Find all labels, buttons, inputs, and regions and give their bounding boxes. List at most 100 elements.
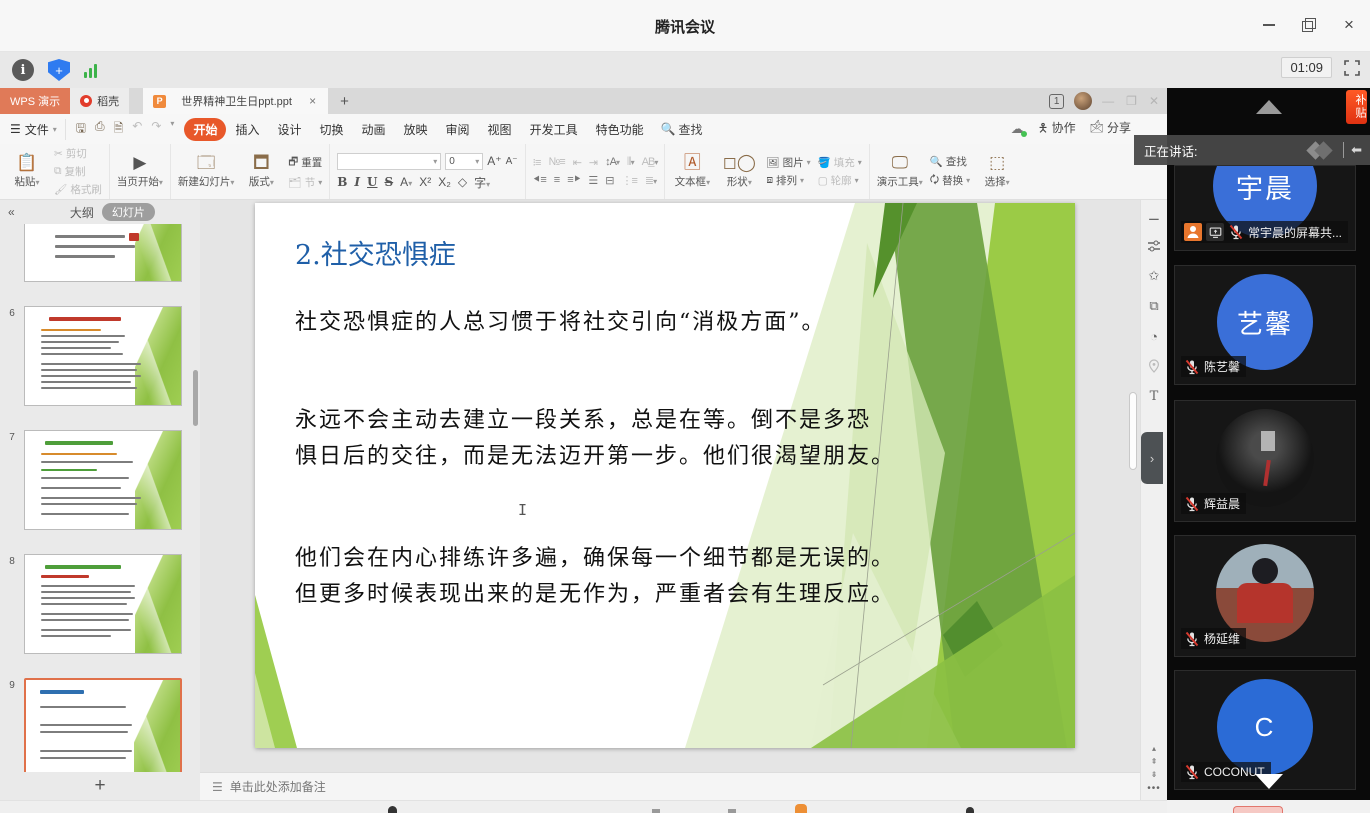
menu-transition[interactable]: 切换 bbox=[310, 118, 352, 141]
participant-tile[interactable]: 宇晨 常宇晨的屏幕共... bbox=[1174, 165, 1356, 251]
minimize-button[interactable] bbox=[1258, 14, 1280, 36]
start-from-page-button[interactable]: ▶ 当页开始▾ bbox=[117, 154, 163, 189]
expand-panel-tab[interactable]: › bbox=[1141, 432, 1163, 484]
menu-animation[interactable]: 动画 bbox=[353, 118, 395, 141]
panel-scrollbar[interactable] bbox=[193, 370, 198, 426]
subscript-button[interactable]: X₂ bbox=[438, 175, 451, 189]
slide-layout-icon[interactable]: ⧉ bbox=[1146, 298, 1162, 314]
paste-button[interactable]: 📋 粘贴▾ bbox=[7, 154, 47, 189]
format-painter-button[interactable]: 🖌格式刷 bbox=[54, 182, 102, 197]
increase-font-icon[interactable]: A⁺ bbox=[487, 154, 501, 168]
next-slide-button[interactable]: ⇟ bbox=[1151, 770, 1158, 779]
line-spacing-button[interactable]: ↕A▾ bbox=[605, 156, 619, 169]
participant-tile[interactable]: 辉益晨 bbox=[1174, 400, 1356, 522]
close-button[interactable]: × bbox=[1338, 14, 1360, 36]
quickbar-more-icon[interactable]: ▾ bbox=[170, 119, 174, 140]
decrease-font-icon[interactable]: A⁻ bbox=[506, 156, 518, 167]
network-signal-icon[interactable] bbox=[84, 62, 97, 78]
list-levels-button[interactable]: ⋮≡ bbox=[622, 174, 637, 187]
collaborate-button[interactable]: 🯅 协作 bbox=[1038, 119, 1076, 140]
section-button[interactable]: 🗂节▾ bbox=[288, 175, 322, 190]
present-tools-button[interactable]: 🖵 演示工具▾ bbox=[877, 154, 923, 189]
font-size-combo[interactable]: 0▾ bbox=[445, 153, 483, 170]
new-slide-button[interactable]: 🗔 新建幻灯片▾ bbox=[178, 154, 235, 189]
wps-account-avatar[interactable] bbox=[1074, 92, 1092, 110]
underline-button[interactable]: U bbox=[367, 175, 377, 189]
share-button[interactable]: 🖄 分享 bbox=[1090, 119, 1131, 140]
tab-close-icon[interactable]: × bbox=[307, 94, 318, 108]
notes-bar[interactable]: ☰ 单击此处添加备注 bbox=[200, 772, 1140, 800]
tab-slides[interactable]: 幻灯片 bbox=[102, 203, 155, 221]
thumbnail-slide-6[interactable]: 6 bbox=[0, 306, 200, 406]
font-name-combo[interactable]: ▾ bbox=[337, 153, 441, 170]
picture-button[interactable]: 🖼图片▾ bbox=[766, 155, 810, 170]
file-menu[interactable]: ☰ 文件 ▾ bbox=[0, 121, 65, 138]
participant-tile[interactable]: 杨延维 bbox=[1174, 535, 1356, 657]
back-arrow-icon[interactable]: ⬅ bbox=[1351, 142, 1362, 158]
select-button[interactable]: ⬚ 选择▾ bbox=[977, 154, 1017, 189]
slide-area-scrollbar[interactable] bbox=[1129, 392, 1137, 470]
print-preview-icon[interactable]: 🗎 bbox=[114, 119, 124, 140]
tab-outline[interactable]: 大纲 bbox=[70, 204, 94, 221]
slide-paragraph-3[interactable]: 他们会在内心排练许多遍，确保每一个细节都是无误的。 但更多时候表现出来的是无作为… bbox=[295, 541, 895, 613]
menu-review[interactable]: 审阅 bbox=[437, 118, 479, 141]
slide-title[interactable]: 2.社交恐惧症 bbox=[295, 233, 456, 272]
menu-insert[interactable]: 插入 bbox=[226, 118, 268, 141]
strike-button[interactable]: S bbox=[385, 175, 394, 189]
collapse-panel-up-arrow[interactable] bbox=[1256, 100, 1282, 114]
tab-wps-app[interactable]: WPS 演示 bbox=[0, 88, 70, 114]
scroll-down-arrow[interactable] bbox=[1255, 774, 1283, 789]
superscript-button[interactable]: X² bbox=[419, 175, 431, 189]
participant-tile[interactable]: 艺馨 陈艺馨 bbox=[1174, 265, 1356, 385]
cut-button[interactable]: ✂剪切 bbox=[54, 146, 102, 161]
participant-tile[interactable]: C COCONUT bbox=[1174, 670, 1356, 790]
animation-star-icon[interactable]: ✩ bbox=[1146, 268, 1162, 284]
menu-home[interactable]: 开始 bbox=[184, 118, 226, 141]
new-tab-button[interactable]: + bbox=[328, 88, 361, 114]
thumbnail-slide-7[interactable]: 7 bbox=[0, 430, 200, 530]
text-effect-button[interactable]: 字▾ bbox=[474, 174, 490, 191]
undo-icon[interactable]: ↶ bbox=[132, 119, 142, 140]
thumbnail-slide-5[interactable] bbox=[0, 224, 200, 282]
location-pin-icon[interactable] bbox=[1146, 358, 1162, 374]
security-shield-icon[interactable]: + bbox=[48, 59, 70, 81]
find-button[interactable]: 🔍查找 bbox=[930, 154, 970, 169]
wps-window-controls[interactable]: —❐✕ bbox=[1102, 94, 1159, 108]
thumbnail-slide-9-selected[interactable]: 9 bbox=[0, 678, 200, 772]
text-tool-icon[interactable]: T bbox=[1146, 388, 1162, 404]
textbox-button[interactable]: 🄰 文本框▾ bbox=[672, 154, 712, 189]
prev-slide-button[interactable]: ▴ bbox=[1152, 744, 1156, 753]
save-icon[interactable]: 🖫 bbox=[76, 119, 86, 140]
more-options-dots[interactable]: ••• bbox=[1147, 783, 1161, 794]
slide-paragraph-2[interactable]: 永远不会主动去建立一段关系，总是在等。倒不是多恐 惧日后的交往，而是无法迈开第一… bbox=[295, 403, 895, 475]
add-slide-button[interactable]: + bbox=[0, 772, 200, 800]
panel-collapse-button[interactable]: « bbox=[8, 205, 15, 219]
menu-slideshow[interactable]: 放映 bbox=[395, 118, 437, 141]
fill-button[interactable]: 🪣填充▾ bbox=[818, 155, 862, 170]
italic-button[interactable]: I bbox=[354, 175, 360, 189]
font-color-button[interactable]: A▾ bbox=[400, 175, 412, 189]
redo-icon[interactable]: ↷ bbox=[151, 119, 161, 140]
numbering-button[interactable]: №≡ bbox=[548, 156, 564, 169]
columns-button[interactable]: ⫴▾ bbox=[627, 156, 634, 169]
menu-design[interactable]: 设计 bbox=[268, 118, 310, 141]
shapes-button[interactable]: ◻◯ 形状▾ bbox=[719, 154, 759, 189]
subsidy-badge[interactable]: 补贴 bbox=[1346, 90, 1367, 124]
menu-features[interactable]: 特色功能 bbox=[587, 118, 653, 141]
print-icon[interactable]: ⎙ bbox=[95, 119, 105, 140]
copy-button[interactable]: ⧉复制 bbox=[54, 164, 102, 179]
replace-button[interactable]: 🗘替换▾ bbox=[930, 172, 970, 190]
slide-canvas[interactable]: 2.社交恐惧症 社交恐惧症的人总习惯于将社交引向“消极方面”。 永远不会主动去建… bbox=[255, 203, 1075, 748]
outdent-button[interactable]: ⇤ bbox=[573, 156, 581, 169]
slide-editing-area[interactable]: 2.社交恐惧症 社交恐惧症的人总习惯于将社交引向“消极方面”。 永远不会主动去建… bbox=[200, 200, 1140, 772]
align-left-button[interactable]: ⯇≡ bbox=[533, 174, 546, 187]
fullscreen-icon[interactable] bbox=[1344, 60, 1360, 76]
hide-strip-icon[interactable]: ⚊ bbox=[1146, 208, 1162, 224]
cloud-sync-icon[interactable]: ☁ bbox=[1011, 121, 1024, 137]
tab-docer[interactable]: 稻壳 bbox=[70, 88, 129, 114]
properties-sliders-icon[interactable] bbox=[1146, 238, 1162, 254]
bold-button[interactable]: B bbox=[337, 175, 347, 189]
menu-view[interactable]: 视图 bbox=[479, 118, 521, 141]
layout-button[interactable]: 🗖 版式▾ bbox=[241, 154, 281, 189]
tab-document[interactable]: P 世界精神卫生日ppt.ppt × bbox=[143, 88, 328, 114]
